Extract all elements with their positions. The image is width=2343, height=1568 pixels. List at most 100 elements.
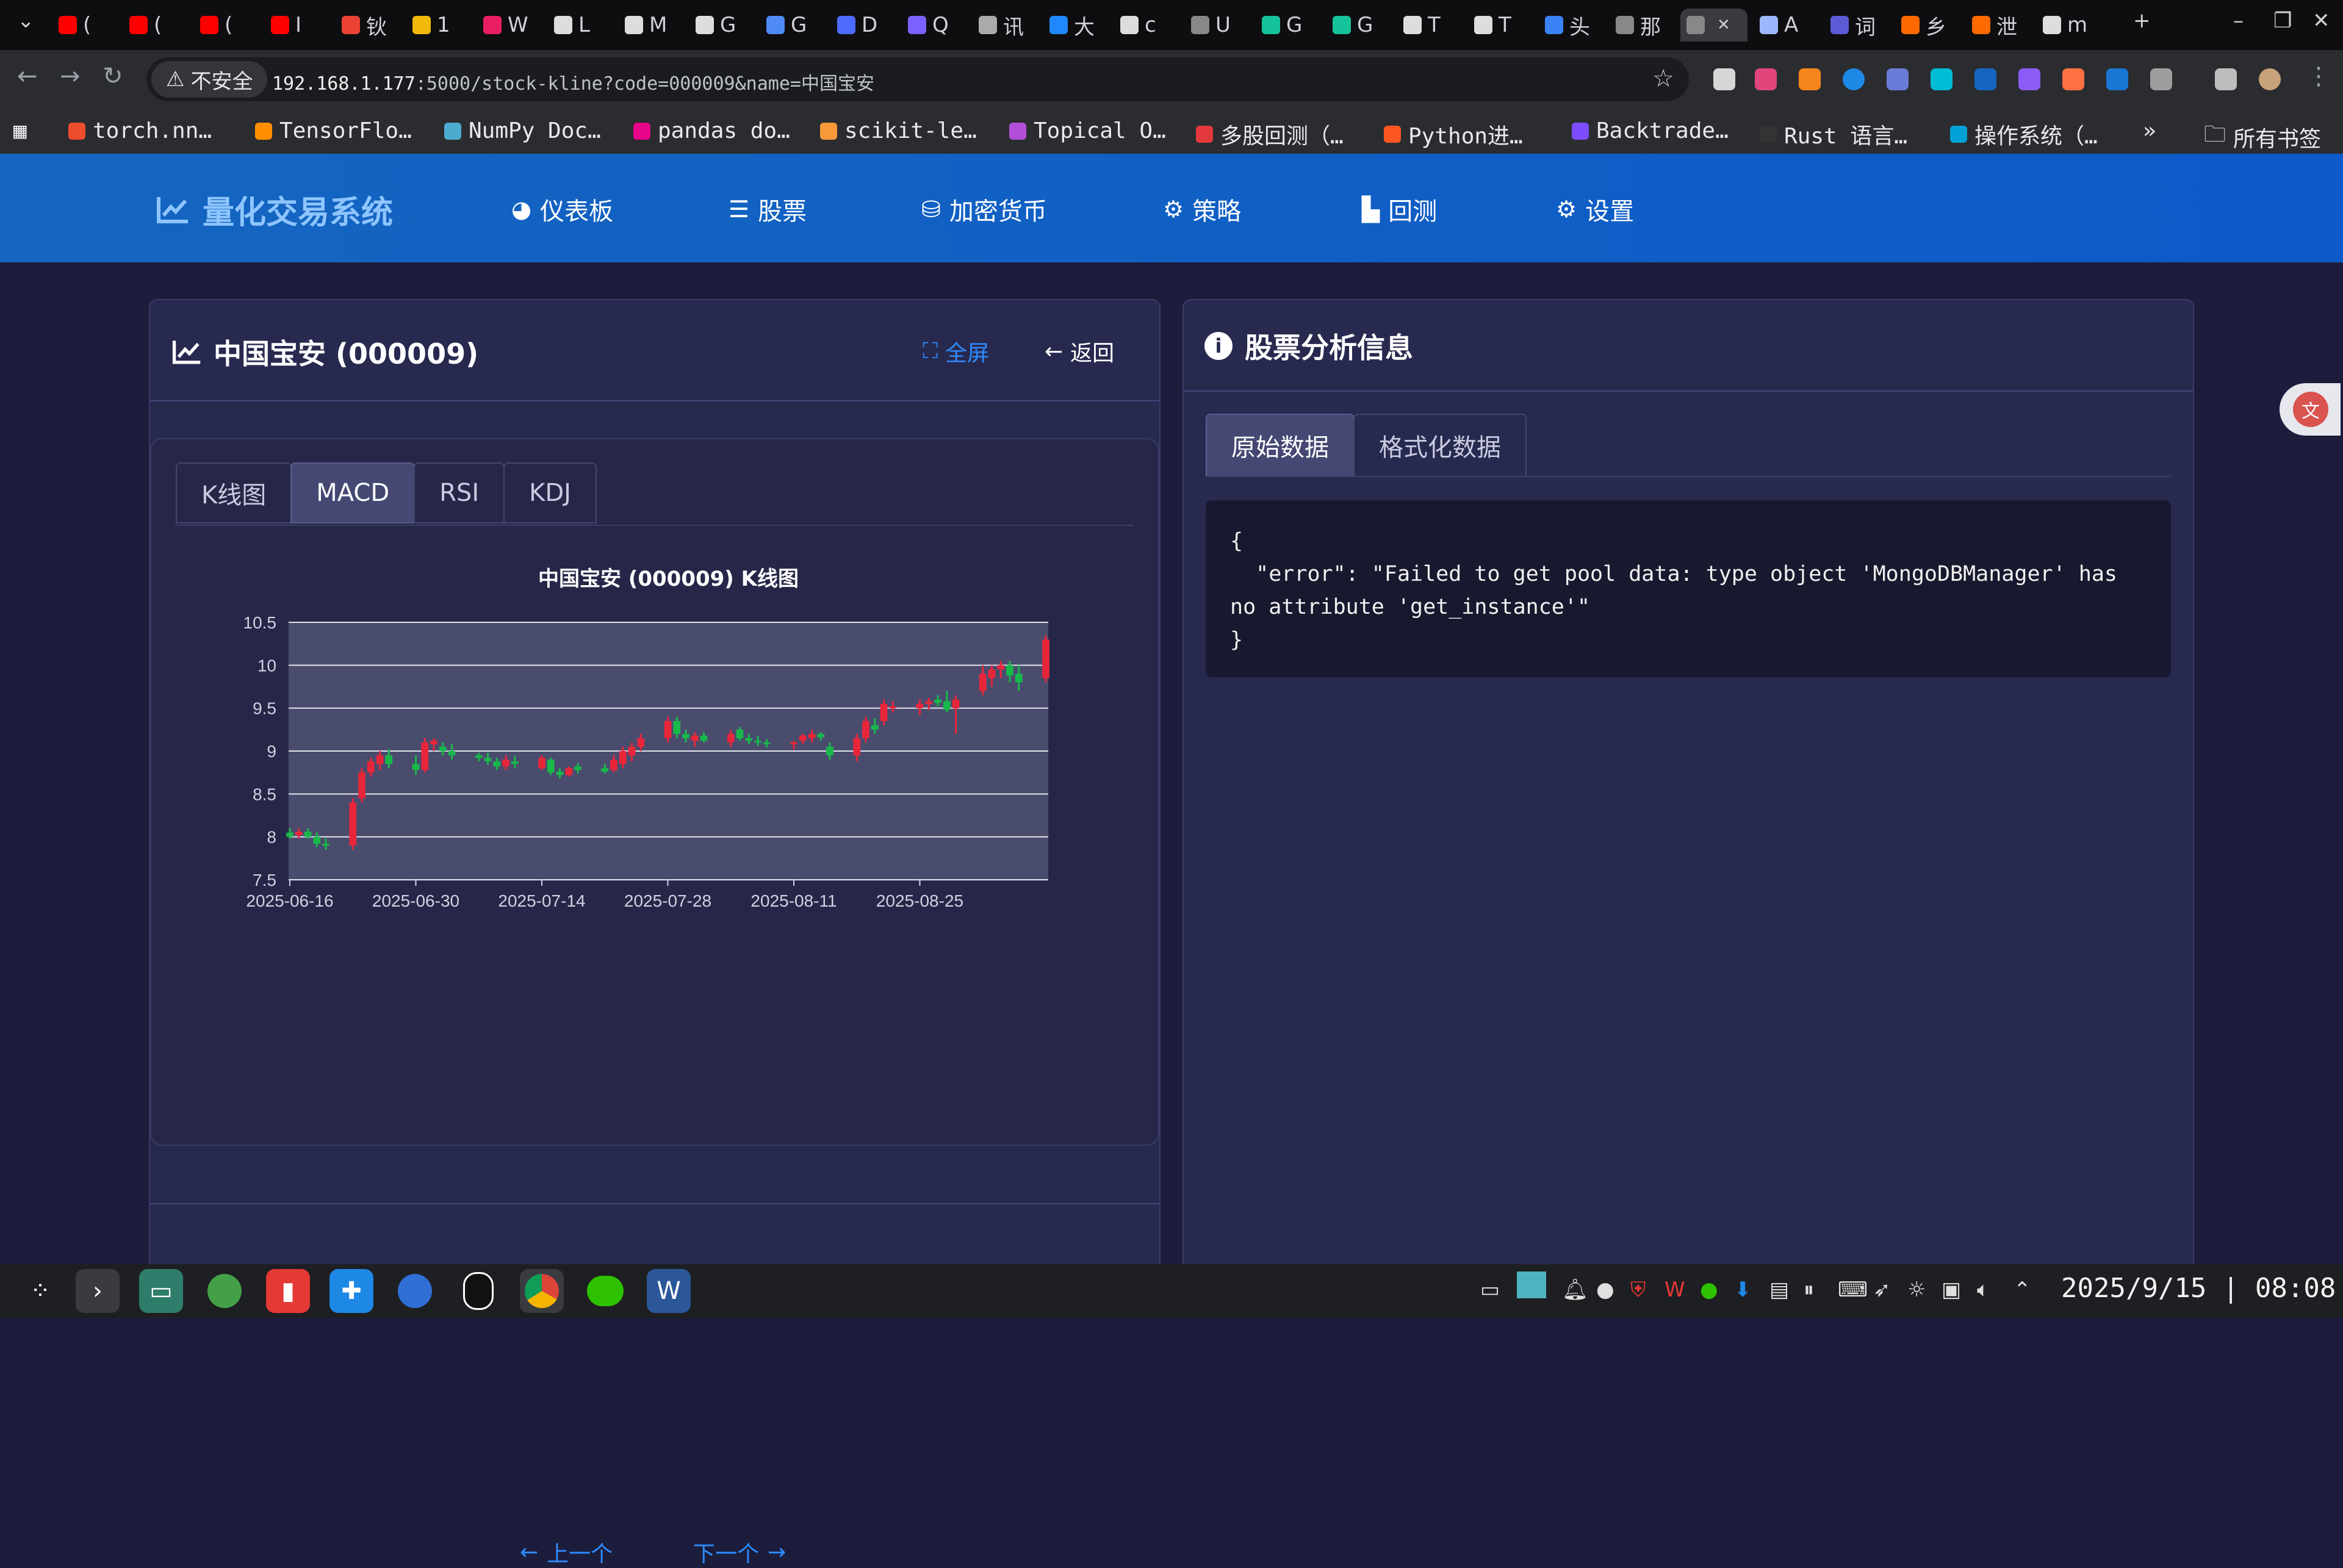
app-icon[interactable]: ✚ <box>329 1269 373 1313</box>
translate-badge[interactable]: 文 <box>2280 383 2341 436</box>
qq-tray-icon[interactable]: ● <box>1596 1278 1614 1302</box>
forward-icon[interactable]: → <box>60 62 81 90</box>
tab-raw-data[interactable]: 原始数据 <box>1206 414 1355 477</box>
browser-tab[interactable]: 钬 <box>336 9 406 41</box>
tray-expand-icon[interactable]: ⌃ <box>2014 1278 2031 1302</box>
new-tab-button[interactable]: + <box>2133 9 2151 33</box>
wps-icon[interactable]: W <box>1665 1278 1685 1302</box>
nav-item-dashboard[interactable]: ◕ 仪表板 <box>511 192 613 227</box>
apps-grid-icon[interactable]: ▦ <box>13 118 27 143</box>
extension-fox-icon[interactable] <box>2062 68 2084 90</box>
browser-menu-icon[interactable]: ⋮ <box>2306 62 2331 90</box>
clock[interactable]: 2025/9/15 | 08:08 <box>2061 1273 2336 1304</box>
pause-icon[interactable]: ⏸ <box>1804 1278 1814 1302</box>
window-icon[interactable]: ▭ <box>1480 1278 1500 1302</box>
file-manager-icon[interactable]: ▭ <box>139 1269 183 1313</box>
browser-tab[interactable]: ✕ <box>1680 9 1747 41</box>
extension-square-icon[interactable] <box>1887 68 1909 90</box>
url-field[interactable]: ⚠ 不安全 192.168.1.177:5000/stock-kline?cod… <box>146 57 1689 101</box>
extension-circle-icon[interactable] <box>1843 68 1865 90</box>
tab-rsi[interactable]: RSI <box>414 462 505 523</box>
browser-tab[interactable]: c <box>1114 9 1185 41</box>
tab-kdj[interactable]: KDJ <box>503 462 597 523</box>
next-button[interactable]: 下一个 → <box>693 1536 786 1568</box>
clipboard-icon[interactable]: ▤ <box>1769 1278 1789 1302</box>
brand-link[interactable]: 量化交易系统 <box>156 187 393 232</box>
browser-tab[interactable]: 头 <box>1539 9 1610 41</box>
prev-button[interactable]: ← 上一个 <box>520 1536 613 1568</box>
browser-tab[interactable]: ( <box>194 9 265 41</box>
nav-item-crypto[interactable]: ⛁ 加密货币 <box>921 192 1047 227</box>
nav-item-backtest[interactable]: ▙ 回测 <box>1362 192 1437 227</box>
bookmark-item[interactable]: Topical O… <box>1009 118 1166 143</box>
extension-download-icon[interactable] <box>2106 68 2128 90</box>
bookmark-item[interactable]: NumPy Doc… <box>444 118 601 143</box>
minimize-icon[interactable]: – <box>2233 9 2244 33</box>
browser-tab[interactable]: D <box>831 9 902 41</box>
reload-icon[interactable]: ↻ <box>103 62 123 90</box>
tab-formatted-data[interactable]: 格式化数据 <box>1353 414 1527 477</box>
shield-icon[interactable]: ⛨ <box>1630 1278 1646 1302</box>
keyboard-icon[interactable]: ⌨ <box>1838 1278 1868 1302</box>
profile-avatar[interactable] <box>2259 68 2281 90</box>
browser-tab[interactable]: W <box>477 9 548 41</box>
volume-icon[interactable]: 🔈︎ <box>1977 1278 1989 1302</box>
bookmark-item[interactable]: pandas do… <box>633 118 790 143</box>
stock-app-icon[interactable]: ▮ <box>266 1269 310 1313</box>
brightness-icon[interactable]: ☼ <box>1907 1278 1926 1302</box>
bookmark-item[interactable]: torch.nn… <box>68 118 212 143</box>
preview-thumbnail-icon[interactable] <box>1517 1271 1546 1298</box>
browser-tab[interactable]: T <box>1397 9 1468 41</box>
browser-tab[interactable]: A <box>1754 9 1824 41</box>
extension-tp-icon[interactable] <box>1974 68 1996 90</box>
wechat-tray-icon[interactable]: ● <box>1700 1278 1718 1302</box>
close-tab-icon[interactable]: ✕ <box>1717 16 1730 34</box>
metamask-icon[interactable] <box>1799 68 1821 90</box>
nav-item-settings[interactable]: ⚙ 设置 <box>1556 192 1634 227</box>
browser-tab[interactable]: U <box>1185 9 1256 41</box>
browser-tab[interactable]: Q <box>902 9 973 41</box>
browser-tab[interactable]: ( <box>123 9 194 41</box>
close-window-icon[interactable]: ✕ <box>2312 9 2330 33</box>
bookmark-item[interactable]: 多股回测（… <box>1196 118 1344 150</box>
browser-blue-icon[interactable] <box>393 1269 437 1313</box>
browser-tab[interactable]: 词 <box>1824 9 1895 41</box>
word-icon[interactable]: W <box>647 1269 691 1313</box>
bookmark-item[interactable]: TensorFlo… <box>255 118 412 143</box>
browser-tab[interactable]: G <box>1326 9 1397 41</box>
browser-tab[interactable]: 大 <box>1043 9 1114 41</box>
restore-icon[interactable]: ❐ <box>2273 9 2292 33</box>
qq-icon[interactable] <box>456 1269 500 1313</box>
media-control-icon[interactable] <box>2215 68 2237 90</box>
browser-tab[interactable]: M <box>619 9 689 41</box>
back-button[interactable]: ← 返回 <box>1045 336 1114 367</box>
nav-item-stocks[interactable]: ☰ 股票 <box>729 192 807 227</box>
bookmark-item[interactable]: Rust 语言… <box>1760 118 1907 150</box>
bookmark-item[interactable]: Backtrade… <box>1572 118 1729 143</box>
tab-macd[interactable]: MACD <box>290 462 416 523</box>
browser-tab[interactable]: I <box>265 9 336 41</box>
browser-tab[interactable]: L <box>548 9 619 41</box>
download-tray-icon[interactable]: ⬇ <box>1734 1278 1752 1302</box>
extensions-puzzle-icon[interactable] <box>2150 68 2172 90</box>
bell-icon[interactable]: 🔔︎ <box>1562 1278 1588 1302</box>
rocket-icon[interactable]: ➶ <box>1873 1278 1891 1302</box>
browser-tab[interactable]: 1 <box>406 9 477 41</box>
extension-eth-icon[interactable] <box>2018 68 2040 90</box>
back-icon[interactable]: ← <box>17 62 38 90</box>
nav-item-strategy[interactable]: ⚙ 策略 <box>1163 192 1241 227</box>
browser-tab[interactable]: G <box>1256 9 1326 41</box>
tab-search-chevron-icon[interactable]: ⌄ <box>17 9 35 33</box>
browser-tab[interactable]: 乡 <box>1895 9 1966 41</box>
terminal-icon[interactable]: › <box>76 1269 120 1313</box>
security-indicator[interactable]: ⚠ 不安全 <box>151 61 268 98</box>
chrome-icon[interactable] <box>520 1269 564 1313</box>
bookmark-star-icon[interactable]: ☆ <box>1652 65 1674 93</box>
all-bookmarks-button[interactable]: 🗀 所有书签 <box>2204 118 2321 156</box>
browser-tab[interactable]: 那 <box>1610 9 1680 41</box>
bookmark-item[interactable]: Python进… <box>1384 118 1523 150</box>
browser-tab[interactable]: T <box>1468 9 1539 41</box>
download-manager-icon[interactable] <box>203 1269 247 1313</box>
network-icon[interactable]: ▣ <box>1942 1278 1961 1302</box>
browser-tab[interactable]: 泄 <box>1966 9 2037 41</box>
